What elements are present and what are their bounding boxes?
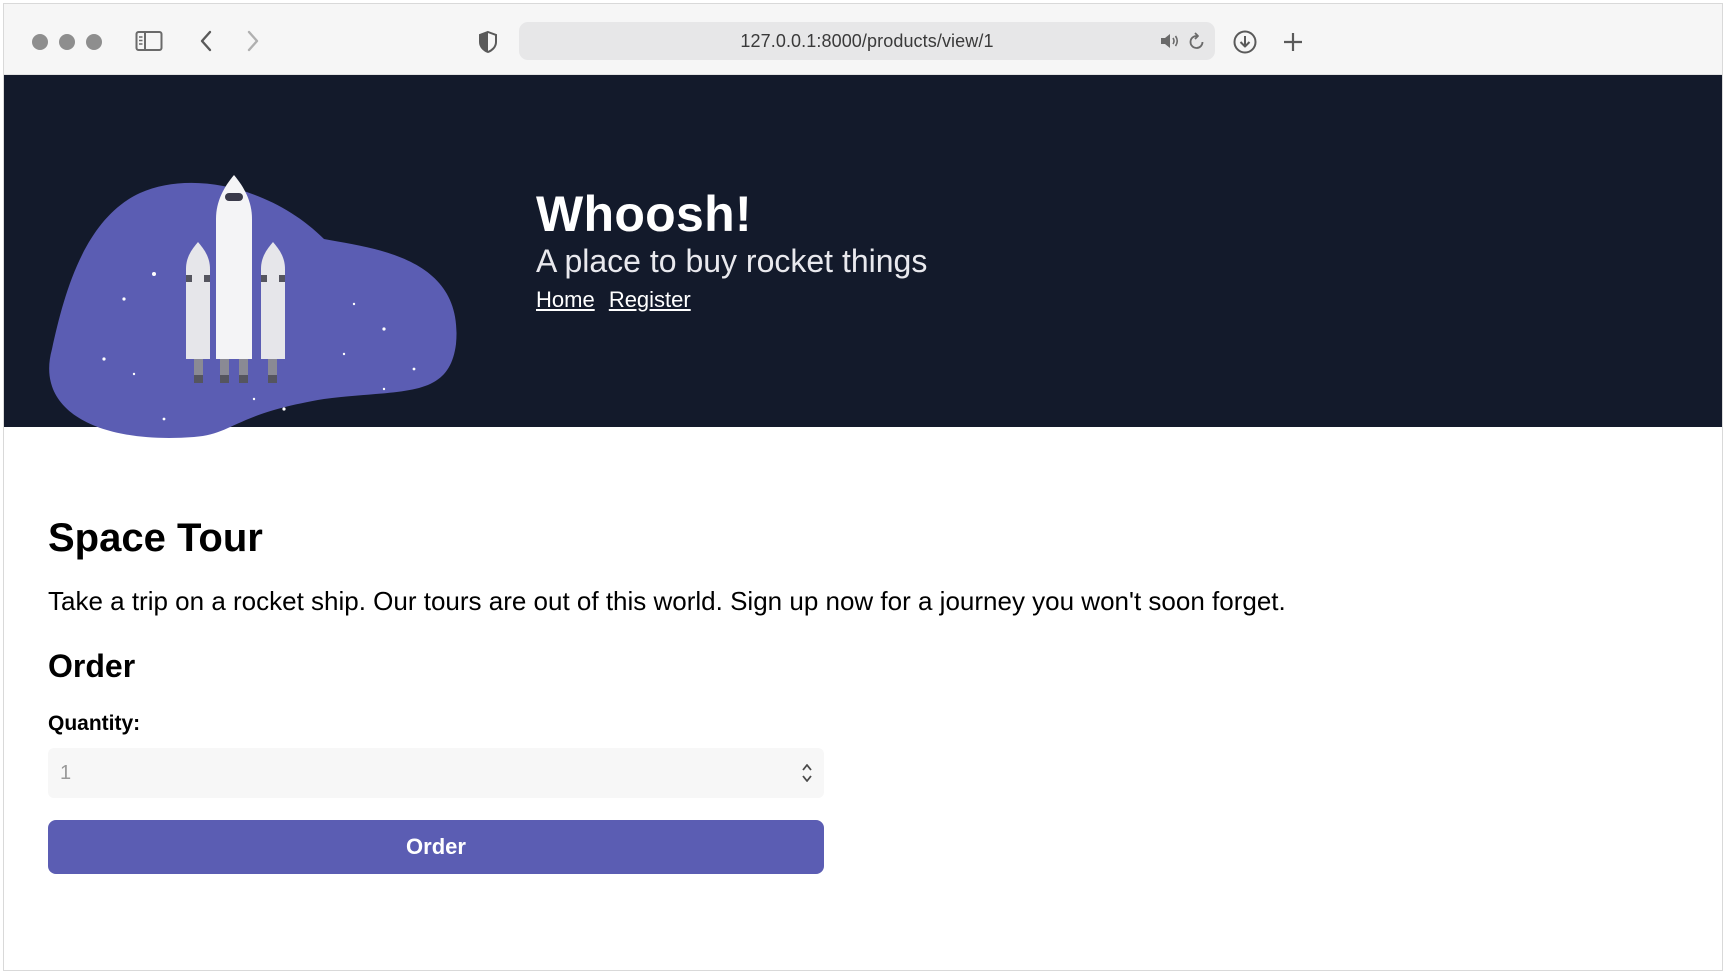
minimize-window-button[interactable]	[59, 34, 75, 50]
close-window-button[interactable]	[32, 34, 48, 50]
speaker-icon[interactable]	[1159, 31, 1181, 51]
product-content: Space Tour Take a trip on a rocket ship.…	[48, 514, 1648, 874]
site-tagline: A place to buy rocket things	[536, 243, 928, 279]
product-title: Space Tour	[48, 516, 263, 560]
browser-toolbar: 127.0.0.1:8000/products/view/1	[4, 4, 1722, 75]
nav-link-register[interactable]: Register	[609, 287, 691, 312]
plus-icon[interactable]	[1279, 28, 1307, 56]
site-title: Whoosh!	[536, 186, 752, 242]
rocket-logo-icon	[49, 175, 457, 438]
order-heading: Order	[48, 648, 136, 684]
forward-icon[interactable]	[241, 28, 265, 54]
back-icon[interactable]	[194, 28, 218, 54]
order-button[interactable]: Order	[48, 820, 824, 874]
sidebar-icon[interactable]	[134, 28, 164, 54]
browser-window: 127.0.0.1:8000/products/view/1 Whoosh! A…	[3, 3, 1723, 971]
quantity-label: Quantity:	[48, 712, 141, 735]
site-header: Whoosh! A place to buy rocket things Hom…	[4, 75, 1722, 438]
download-icon[interactable]	[1231, 28, 1259, 56]
zoom-window-button[interactable]	[86, 34, 102, 50]
shield-icon[interactable]	[474, 28, 502, 56]
brand-block: Whoosh! A place to buy rocket things Hom…	[536, 185, 927, 315]
url-text[interactable]: 127.0.0.1:8000/products/view/1	[519, 31, 1215, 52]
quantity-field	[48, 748, 824, 798]
nav-link-home[interactable]: Home	[536, 287, 595, 312]
quantity-input[interactable]	[48, 748, 824, 798]
main-nav: Home Register	[536, 285, 927, 315]
quantity-stepper[interactable]	[800, 759, 814, 787]
product-description: Take a trip on a rocket ship. Our tours …	[48, 586, 1286, 616]
reload-icon[interactable]	[1187, 30, 1207, 52]
address-bar[interactable]: 127.0.0.1:8000/products/view/1	[519, 22, 1215, 60]
